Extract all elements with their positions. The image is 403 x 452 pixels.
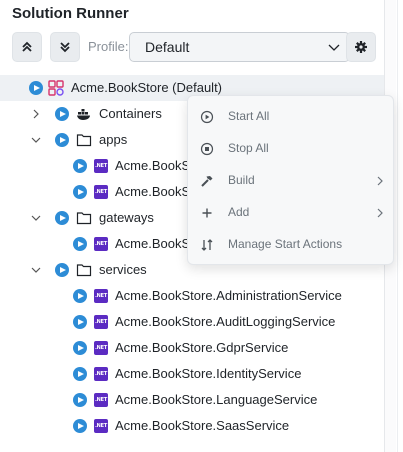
menu-item-manage-start-actions[interactable]: Manage Start Actions bbox=[188, 229, 395, 261]
play-circle-icon bbox=[200, 110, 214, 124]
dotnet-icon: .NET bbox=[94, 185, 108, 199]
tree-item-label: gateways bbox=[99, 210, 154, 225]
play-button[interactable] bbox=[55, 211, 69, 225]
folder-icon bbox=[76, 212, 92, 225]
chevron-down-icon bbox=[328, 44, 340, 51]
tree-item-service[interactable]: .NET Acme.BookStore.SaasService bbox=[0, 413, 384, 439]
double-chevron-down-icon bbox=[60, 42, 70, 53]
tree-item-service[interactable]: .NET Acme.BookStore.GdprService bbox=[0, 335, 384, 361]
profile-select[interactable]: Default bbox=[129, 32, 350, 62]
menu-item-label: Stop All bbox=[228, 141, 269, 155]
solution-icon bbox=[48, 80, 64, 96]
menu-item-label: Build bbox=[228, 173, 255, 187]
folder-icon bbox=[76, 134, 92, 147]
tree-item-label: Acme.BookStore.IdentityService bbox=[115, 366, 302, 381]
tree-item-label: Acme.BookStore.SaasService bbox=[115, 418, 290, 433]
tree-item-label: Acme.BookStore.AdministrationService bbox=[115, 288, 342, 303]
dotnet-icon: .NET bbox=[94, 393, 108, 407]
plus-icon bbox=[202, 208, 212, 218]
play-button[interactable] bbox=[73, 393, 87, 407]
play-button[interactable] bbox=[55, 263, 69, 277]
tree-item-label: apps bbox=[99, 132, 128, 147]
tree-item-service[interactable]: .NET Acme.BookStore.AuditLoggingService bbox=[0, 309, 384, 335]
menu-item-build[interactable]: Build bbox=[188, 165, 395, 197]
menu-item-label: Start All bbox=[228, 109, 270, 123]
double-chevron-up-icon bbox=[22, 41, 32, 52]
menu-item-stop-all[interactable]: Stop All bbox=[188, 133, 395, 165]
context-menu: Start All Stop All Build Add Manage Star… bbox=[187, 95, 394, 265]
tree-item-label: Acme.BookS bbox=[115, 158, 191, 173]
chevron-right-icon bbox=[377, 208, 383, 218]
play-button[interactable] bbox=[73, 159, 87, 173]
tree-item-label: Containers bbox=[99, 106, 162, 121]
tree-item-label: Acme.BookStore.GdprService bbox=[115, 340, 289, 355]
play-button[interactable] bbox=[73, 367, 87, 381]
gear-icon bbox=[355, 41, 367, 53]
tree-item-label: Acme.BookS bbox=[115, 184, 191, 199]
menu-item-label: Add bbox=[228, 205, 250, 219]
dotnet-icon: .NET bbox=[94, 237, 108, 251]
tree-item-label: services bbox=[99, 262, 147, 277]
collapse-all-button[interactable] bbox=[12, 32, 42, 62]
profile-value: Default bbox=[145, 39, 190, 55]
dotnet-icon: .NET bbox=[94, 159, 108, 173]
play-button[interactable] bbox=[55, 133, 69, 147]
toolbar: Profile: Default bbox=[12, 32, 384, 62]
menu-item-start-all[interactable]: Start All bbox=[188, 101, 395, 133]
hammer-icon bbox=[201, 176, 213, 187]
dotnet-icon: .NET bbox=[94, 419, 108, 433]
dotnet-icon: .NET bbox=[94, 315, 108, 329]
play-button[interactable] bbox=[55, 107, 69, 121]
profile-label: Profile: bbox=[88, 39, 129, 54]
expand-all-button[interactable] bbox=[50, 32, 80, 62]
docker-icon bbox=[77, 109, 90, 120]
play-button[interactable] bbox=[73, 419, 87, 433]
play-button[interactable] bbox=[73, 185, 87, 199]
panel-title: Solution Runner bbox=[12, 5, 129, 22]
chevron-right-icon bbox=[377, 176, 383, 186]
stop-circle-icon bbox=[200, 142, 214, 156]
dotnet-icon: .NET bbox=[94, 367, 108, 381]
tree-item-service[interactable]: .NET Acme.BookStore.LanguageService bbox=[0, 387, 384, 413]
dotnet-icon: .NET bbox=[94, 289, 108, 303]
tree-item-service[interactable]: .NET Acme.BookStore.AdministrationServic… bbox=[0, 283, 384, 309]
chevron-down-icon[interactable] bbox=[31, 135, 41, 145]
folder-icon bbox=[76, 264, 92, 277]
tree-root-label: Acme.BookStore (Default) bbox=[71, 80, 223, 95]
settings-button[interactable] bbox=[346, 32, 376, 62]
chevron-down-icon[interactable] bbox=[31, 213, 41, 223]
play-button[interactable] bbox=[73, 289, 87, 303]
menu-item-add[interactable]: Add bbox=[188, 197, 395, 229]
tree-item-label: Acme.BookStore.AuditLoggingService bbox=[115, 314, 336, 329]
tree-item-service[interactable]: .NET Acme.BookStore.IdentityService bbox=[0, 361, 384, 387]
panel-divider bbox=[397, 0, 403, 452]
play-button[interactable] bbox=[29, 81, 43, 95]
dotnet-icon: .NET bbox=[94, 341, 108, 355]
play-button[interactable] bbox=[73, 341, 87, 355]
play-button[interactable] bbox=[73, 315, 87, 329]
menu-item-label: Manage Start Actions bbox=[228, 237, 343, 251]
tree-item-label: Acme.BookStore.LanguageService bbox=[115, 392, 318, 407]
chevron-down-icon[interactable] bbox=[31, 265, 41, 275]
tree-item-label: Acme.BookS bbox=[115, 236, 191, 251]
sort-icon bbox=[201, 239, 213, 251]
play-button[interactable] bbox=[73, 237, 87, 251]
chevron-right-icon[interactable] bbox=[31, 109, 41, 119]
